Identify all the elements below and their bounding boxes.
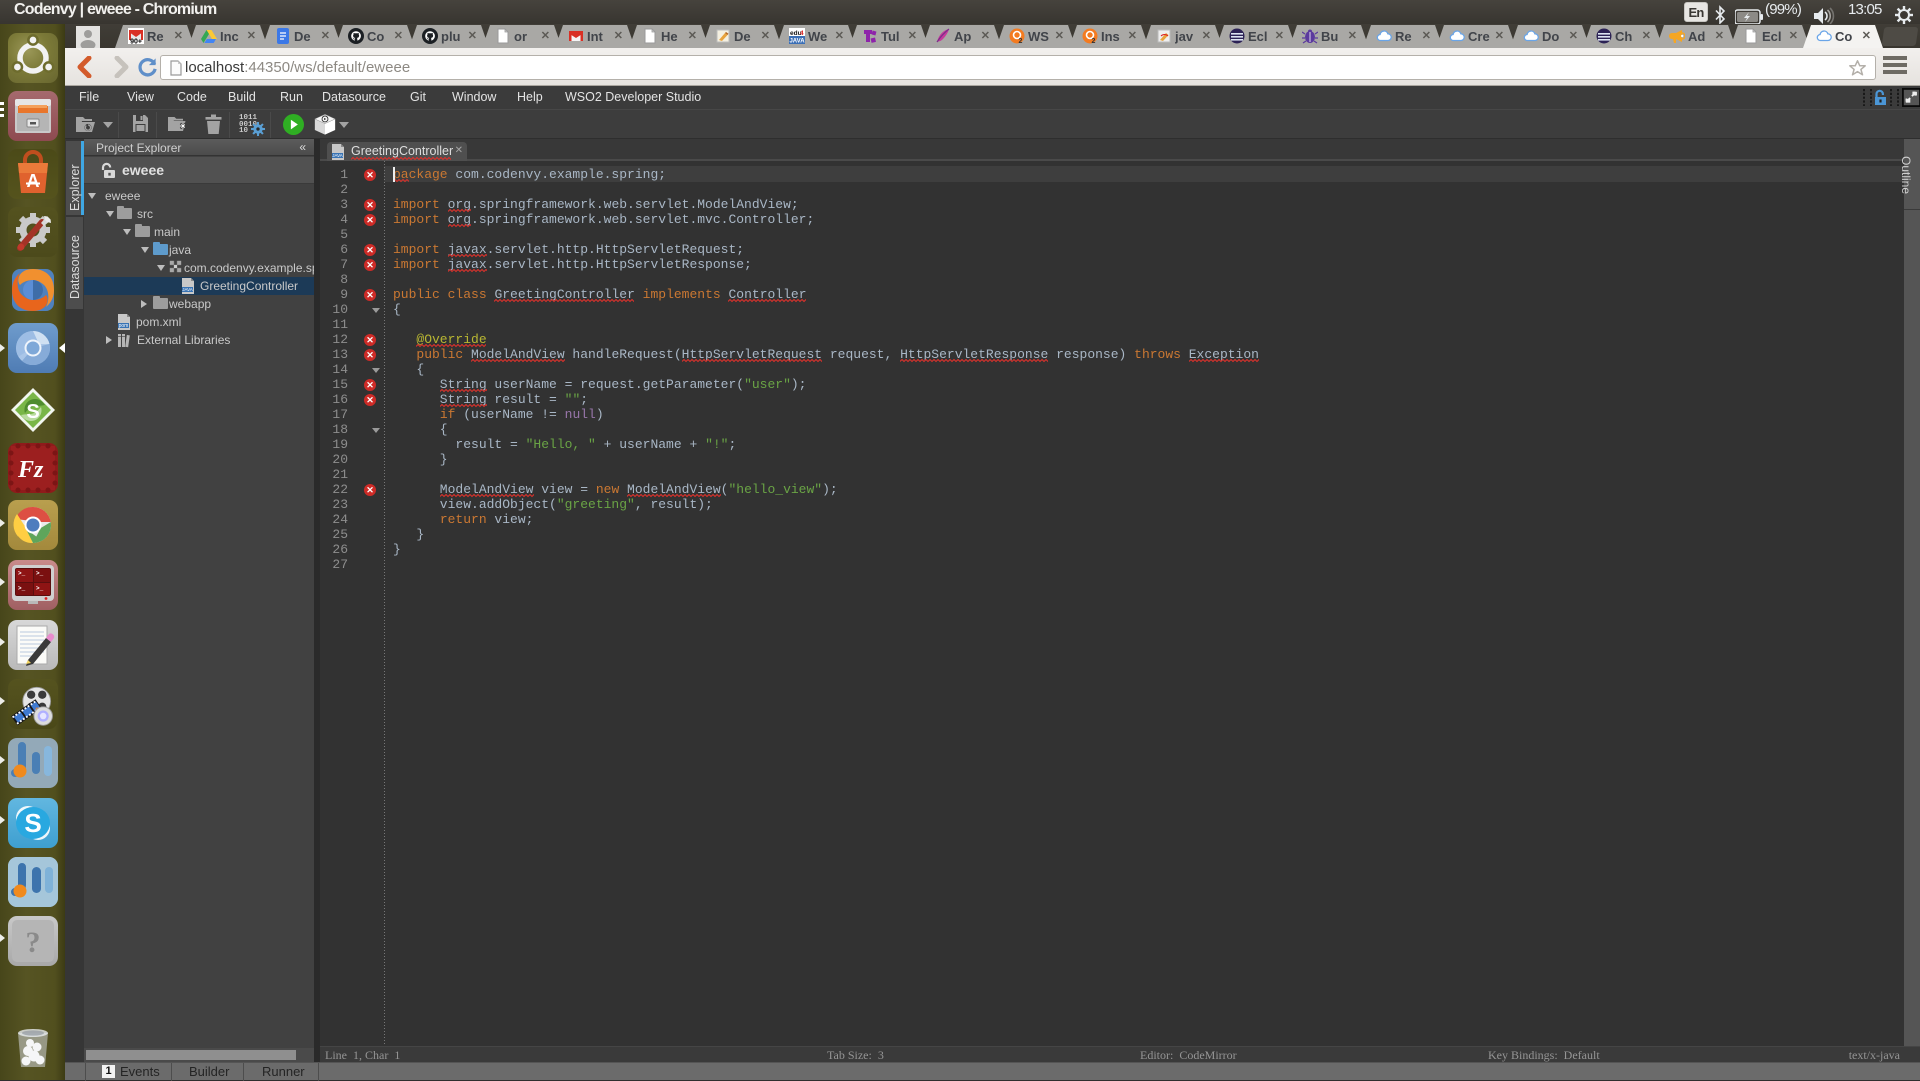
svg-text:2: 2	[1092, 38, 1096, 44]
svg-text:JAVA: JAVA	[789, 39, 805, 45]
svg-text:pom: pom	[119, 323, 129, 329]
svg-text:>_: >_	[18, 570, 26, 577]
svg-text:90+: 90+	[130, 39, 142, 45]
svg-text:S: S	[26, 401, 39, 423]
svg-text:?: ?	[26, 926, 41, 959]
svg-text:>_: >_	[36, 570, 44, 577]
svg-text:A: A	[27, 171, 40, 191]
svg-text:4: 4	[800, 30, 804, 37]
svg-text:JAVA: JAVA	[332, 153, 343, 158]
svg-text:JAVA: JAVA	[182, 287, 193, 292]
svg-text:>_: >_	[18, 585, 26, 592]
svg-text:S: S	[24, 808, 41, 838]
svg-text:2: 2	[1019, 38, 1023, 44]
svg-text:Fz: Fz	[17, 457, 44, 483]
svg-text:>_: >_	[36, 585, 44, 592]
